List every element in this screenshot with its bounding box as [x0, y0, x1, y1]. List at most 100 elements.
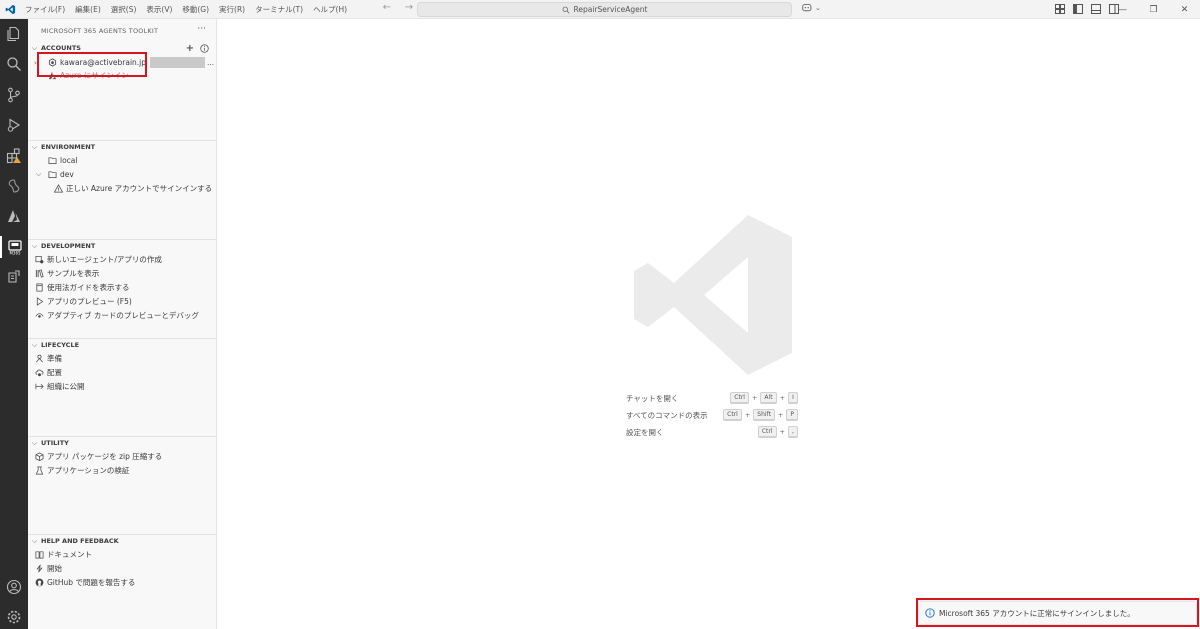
utility-section-header[interactable]: ⌵ UTILITY	[28, 437, 217, 449]
get-started-item[interactable]: 開始	[28, 562, 217, 575]
environment-section-header[interactable]: ⌵ ENVIRONMENT	[28, 141, 217, 153]
publish-label: 組織に公開	[47, 382, 85, 391]
get-started-label: 開始	[47, 564, 62, 573]
forward-arrow-icon[interactable]: →	[402, 2, 416, 13]
account-icon[interactable]	[0, 576, 28, 598]
restore-icon[interactable]: ❐	[1138, 0, 1169, 19]
search-icon	[562, 6, 570, 14]
shortcut-open-settings-label: 設定を開く	[626, 427, 664, 437]
svg-text:M365: M365	[9, 251, 21, 256]
deploy-item[interactable]: 配置	[28, 366, 217, 379]
report-issue-label: GitHub で問題を報告する	[47, 578, 136, 587]
lifecycle-header-label: LIFECYCLE	[41, 341, 80, 349]
menu-help[interactable]: ヘルプ(H)	[308, 0, 352, 19]
redacted-area	[150, 57, 206, 68]
shortcut-open-settings: 設定を開く Ctrl + ,	[626, 424, 798, 440]
minimize-icon[interactable]: —	[1107, 0, 1138, 19]
agent-tool-icon[interactable]	[0, 266, 28, 288]
m365-agents-toolkit-icon[interactable]: M365	[0, 236, 28, 258]
menu-file[interactable]: ファイル(F)	[20, 0, 70, 19]
source-control-icon[interactable]	[0, 84, 28, 106]
debug-run-icon	[33, 296, 45, 308]
create-new-agent-label: 新しいエージェント/アプリの作成	[47, 255, 162, 264]
preview-app-item[interactable]: アプリのプレビュー (F5)	[28, 295, 217, 308]
settings-gear-icon[interactable]	[0, 606, 28, 628]
shortcut-open-settings-keys: Ctrl + ,	[757, 426, 798, 438]
key-cap: Ctrl	[757, 426, 777, 438]
utility-header-label: UTILITY	[41, 439, 69, 447]
info-icon[interactable]	[200, 43, 209, 53]
preview-adaptive-card-label: アダプティブ カードのプレビューとデバッグ	[47, 311, 199, 320]
report-issue-item[interactable]: GitHub で問題を報告する	[28, 576, 217, 589]
development-section-header[interactable]: ⌵ DEVELOPMENT	[28, 240, 217, 252]
vscode-watermark-icon	[634, 215, 792, 375]
folder-open-icon	[46, 169, 58, 181]
env-dev-label: dev	[60, 170, 74, 179]
customize-layout-icon[interactable]	[1054, 3, 1066, 15]
view-guide-label: 使用法ガイドを表示する	[47, 283, 130, 292]
chevron-down-icon: ⌵	[31, 241, 38, 250]
more-actions-icon[interactable]: ···	[197, 24, 206, 34]
book-open-icon	[33, 549, 45, 561]
accounts-header-label: ACCOUNTS	[41, 44, 81, 52]
lightning-icon	[33, 563, 45, 575]
env-local-item[interactable]: local	[28, 154, 217, 167]
azure-icon[interactable]	[0, 205, 28, 227]
provision-icon	[33, 353, 45, 365]
toggle-panel-icon[interactable]	[1090, 3, 1102, 15]
extensions-icon[interactable]	[0, 145, 28, 167]
search-icon[interactable]	[0, 53, 28, 75]
run-debug-icon[interactable]	[0, 114, 28, 136]
chevron-down-icon: ⌵	[31, 438, 38, 447]
menu-view[interactable]: 表示(V)	[141, 0, 177, 19]
copilot-button[interactable]: ⌄	[802, 3, 821, 13]
book-icon	[33, 282, 45, 294]
back-arrow-icon[interactable]: ←	[380, 2, 394, 13]
create-new-agent-item[interactable]: 新しいエージェント/アプリの作成	[28, 253, 217, 266]
menu-selection[interactable]: 選択(S)	[106, 0, 142, 19]
key-cap: ,	[788, 426, 798, 438]
key-cap: I	[788, 392, 798, 404]
validate-app-item[interactable]: アプリケーションの検証	[28, 464, 217, 477]
activity-bar: M365	[0, 19, 28, 629]
vscode-logo-icon	[0, 0, 20, 19]
help-section-header[interactable]: ⌵ HELP AND FEEDBACK	[28, 535, 217, 547]
provision-item[interactable]: 準備	[28, 352, 217, 365]
cloud-upload-icon	[33, 367, 45, 379]
lifecycle-section-header[interactable]: ⌵ LIFECYCLE	[28, 339, 217, 351]
toggle-primary-sidebar-icon[interactable]	[1072, 3, 1084, 15]
add-icon[interactable]: +	[186, 43, 194, 54]
chevron-down-icon: ⌵	[31, 536, 38, 545]
env-dev-warning-item[interactable]: 正しい Azure アカウントでサインインする	[28, 182, 217, 195]
key-cap: Ctrl	[723, 409, 742, 421]
explorer-icon[interactable]	[0, 23, 28, 45]
key-cap: Alt	[760, 392, 777, 404]
command-center-search[interactable]: RepairServiceAgent	[417, 2, 792, 17]
chevron-down-icon: ⌵	[36, 170, 42, 178]
primary-sidebar: MICROSOFT 365 AGENTS TOOLKIT ··· ⌵ ACCOU…	[28, 19, 217, 629]
menu-terminal[interactable]: ターミナル(T)	[250, 0, 308, 19]
preview-adaptive-card-item[interactable]: アダプティブ カードのプレビューとデバッグ	[28, 309, 217, 322]
shortcut-open-chat-keys: Ctrl + Alt + I	[730, 392, 798, 404]
documentation-item[interactable]: ドキュメント	[28, 548, 217, 561]
github-icon	[33, 577, 45, 589]
beaker-icon	[33, 465, 45, 477]
publish-item[interactable]: 組織に公開	[28, 380, 217, 393]
window-controls: — ❐ ✕	[1107, 0, 1200, 19]
close-icon[interactable]: ✕	[1169, 0, 1200, 19]
shortcut-show-commands-label: すべてのコマンドの表示	[626, 410, 708, 420]
menu-run[interactable]: 実行(R)	[214, 0, 250, 19]
zip-package-item[interactable]: アプリ パッケージを zip 圧縮する	[28, 450, 217, 463]
remote-explorer-icon[interactable]	[0, 175, 28, 197]
menu-go[interactable]: 移動(G)	[177, 0, 214, 19]
view-guide-item[interactable]: 使用法ガイドを表示する	[28, 281, 217, 294]
preview-app-label: アプリのプレビュー (F5)	[47, 297, 132, 306]
env-dev-item[interactable]: ⌵ dev	[28, 168, 217, 181]
package-icon	[33, 451, 45, 463]
accounts-actions: +	[186, 42, 209, 54]
shortcut-open-chat-label: チャットを開く	[626, 393, 679, 403]
view-samples-item[interactable]: サンプルを表示	[28, 267, 217, 280]
environment-header-label: ENVIRONMENT	[41, 143, 96, 151]
eye-icon	[33, 310, 45, 322]
menu-edit[interactable]: 編集(E)	[70, 0, 106, 19]
